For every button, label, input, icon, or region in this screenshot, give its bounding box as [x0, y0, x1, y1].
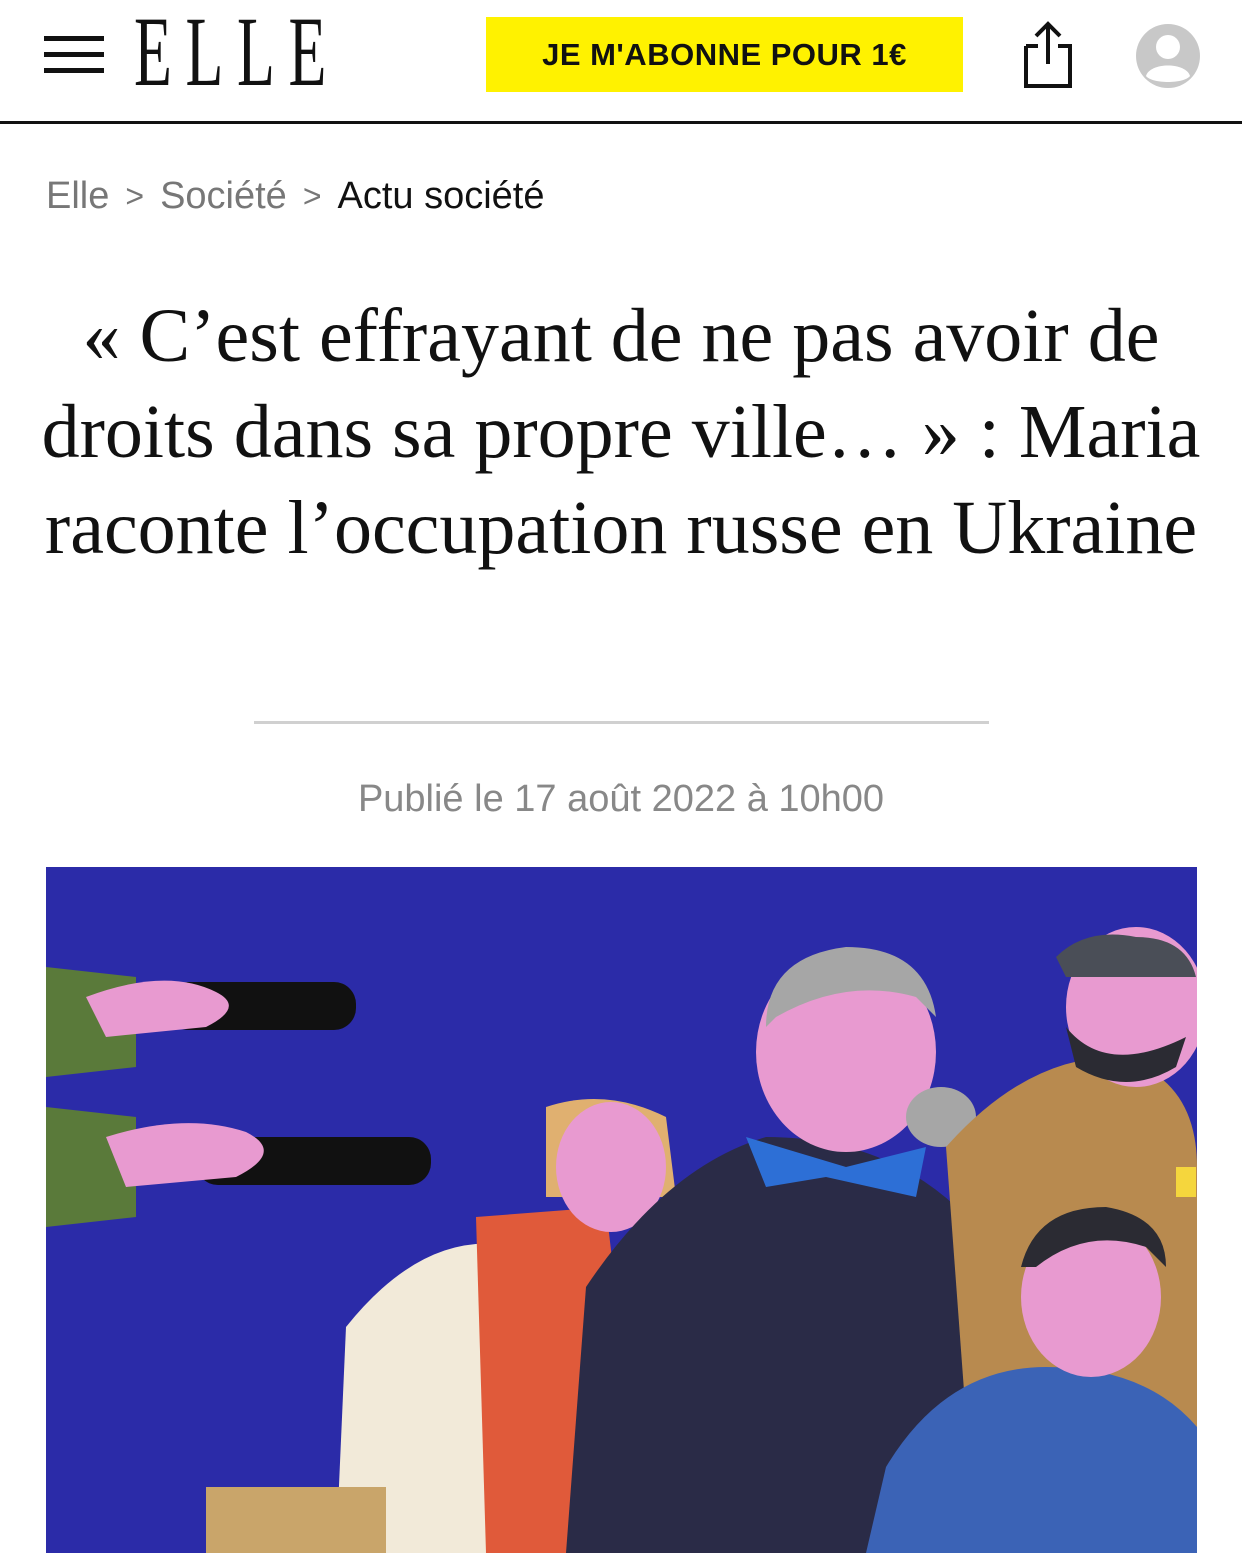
subscribe-button[interactable]: JE M'ABONNE POUR 1€	[486, 17, 963, 92]
article-hero-image[interactable]	[46, 867, 1197, 1553]
publication-date: Publié le 17 août 2022 à 10h00	[357, 778, 885, 820]
hamburger-menu-icon[interactable]	[44, 36, 104, 76]
title-divider	[254, 721, 989, 724]
breadcrumb: Elle > Société > Actu société	[46, 172, 545, 220]
share-icon[interactable]	[1020, 18, 1076, 90]
breadcrumb-separator: >	[125, 177, 145, 214]
elle-logo[interactable]: ELLE	[134, 2, 340, 102]
breadcrumb-item-societe[interactable]: Société	[160, 175, 287, 218]
breadcrumb-item-actu-societe[interactable]: Actu société	[338, 175, 545, 218]
breadcrumb-separator: >	[302, 177, 322, 214]
user-avatar-icon[interactable]	[1134, 22, 1202, 90]
article-title: « C’est effrayant de ne pas avoir de dro…	[41, 294, 1201, 570]
site-header: ELLE JE M'ABONNE POUR 1€	[0, 0, 1242, 124]
breadcrumb-item-elle[interactable]: Elle	[46, 175, 109, 218]
